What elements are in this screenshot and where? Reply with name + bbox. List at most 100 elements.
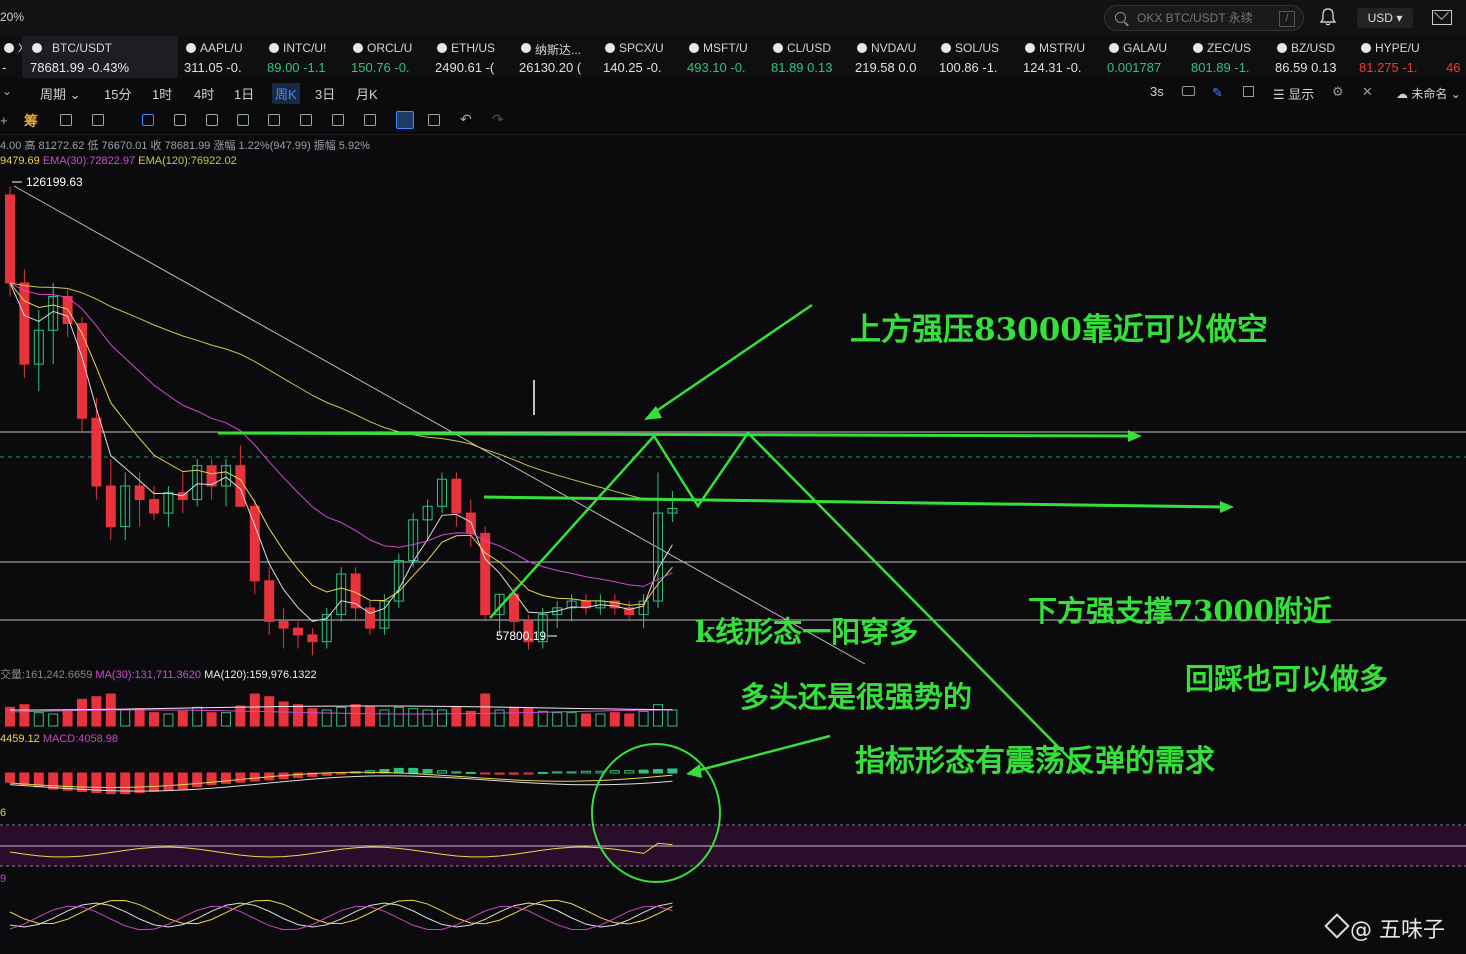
macd-bar [566, 771, 577, 774]
volume-bar [595, 713, 606, 727]
macd-bar [336, 772, 347, 775]
macd-bar [293, 772, 303, 779]
volume-bar [163, 713, 174, 727]
volume-bar [120, 709, 131, 727]
macd-bar [465, 771, 476, 774]
candle-body [5, 194, 15, 284]
annotation-bull: 多头还是很强势的 [740, 680, 973, 714]
annotation-pattern: k线形态一阳穿多 [695, 615, 919, 649]
annotation-indicator: 指标形态有震荡反弹的需求 [855, 744, 1215, 779]
macd-bar [249, 772, 260, 782]
trend-line [13, 185, 866, 665]
candle-body [278, 620, 289, 629]
candle-body [480, 532, 491, 616]
macd-bar [62, 772, 73, 791]
resistance-pointer [651, 303, 813, 416]
volume-bar [77, 698, 87, 727]
support-arrow-head [1220, 501, 1234, 513]
volume-bar [321, 709, 332, 727]
indicator-pointer-head [686, 764, 702, 778]
volume-bar [552, 712, 563, 727]
annotation-support: 下方强支撑73000附近 [1028, 594, 1332, 628]
volume-bar [293, 704, 303, 727]
macd-bar [192, 772, 203, 788]
volume-bar [509, 706, 519, 727]
macd-bar [393, 767, 404, 774]
low-price-label: 57800.19 [496, 629, 546, 643]
candle-body [91, 417, 102, 487]
macd-bar [638, 769, 649, 774]
volume-bar [221, 712, 231, 727]
macd-bar [77, 772, 87, 792]
macd-bar [437, 770, 447, 774]
volume-bar [494, 709, 505, 727]
macd-bar [19, 772, 30, 785]
macd-bar [5, 772, 15, 783]
volume-bar [206, 712, 217, 727]
indicator-pointer [695, 734, 831, 773]
kdj-line-0 [9, 899, 673, 925]
chart-canvas[interactable]: 126199.63 57800.19 [0, 0, 1466, 954]
volume-bar [336, 706, 347, 727]
volume-bar [581, 713, 591, 727]
volume-bar [278, 701, 289, 727]
volume-bar [91, 696, 102, 727]
volume-bar [235, 705, 246, 727]
volume-bar [566, 712, 577, 727]
resistance-line [217, 431, 1136, 438]
volume-bar [422, 709, 433, 727]
macd-bar [653, 769, 663, 774]
volume-bar [638, 710, 649, 727]
macd-bar [609, 770, 620, 774]
candle-body [293, 627, 303, 636]
volume-bar [350, 704, 361, 727]
macd-bar [480, 772, 491, 775]
ma-line-1 [9, 282, 673, 606]
macd-bar [221, 772, 231, 784]
candle-body [149, 499, 159, 514]
volume-bar [437, 709, 447, 727]
volume-bar [365, 705, 375, 727]
volume-bar [408, 708, 419, 727]
macd-bar [408, 767, 419, 774]
volume-bar [307, 708, 318, 727]
candle-body [19, 282, 30, 365]
macd-bar [509, 772, 519, 775]
volume-bar [19, 704, 30, 727]
macd-bar [235, 772, 246, 783]
annotation-resistance: 上方强压83000靠近可以做空 [850, 312, 1268, 348]
macd-bar [422, 769, 433, 774]
volume-bar [523, 708, 534, 727]
volume-bar [134, 708, 145, 727]
candle-body [307, 634, 318, 643]
macd-bar [163, 772, 174, 791]
macd-bar [149, 772, 159, 792]
high-price-label: 126199.63 [26, 175, 83, 189]
candle-body [105, 485, 116, 528]
volume-bar [537, 710, 548, 727]
volume-bar [48, 713, 59, 727]
volume-bar [451, 706, 462, 727]
candle-body [509, 593, 519, 622]
macd-bar [523, 772, 534, 775]
volume-bar [609, 712, 620, 727]
macd-bar [134, 772, 145, 794]
volume-bar [480, 693, 491, 727]
volume-bar [177, 710, 188, 727]
volume-bar [379, 709, 390, 727]
volume-bar [62, 709, 73, 727]
candle-body [264, 580, 275, 622]
macd-bar [177, 772, 188, 790]
volume-bar [393, 706, 404, 727]
annotation-pullback: 回踩也可以做多 [1185, 662, 1389, 696]
macd-bar [494, 772, 505, 775]
watermark: @ 五味子 [1326, 912, 1445, 944]
macd-bar [581, 770, 591, 774]
volume-bar [149, 712, 159, 727]
volume-bar [653, 704, 663, 727]
watermark-text: @ 五味子 [1350, 918, 1445, 943]
macd-bar [48, 772, 59, 790]
macd-bar [667, 768, 678, 774]
macd-bar [624, 770, 635, 774]
path-projection [489, 431, 1086, 775]
